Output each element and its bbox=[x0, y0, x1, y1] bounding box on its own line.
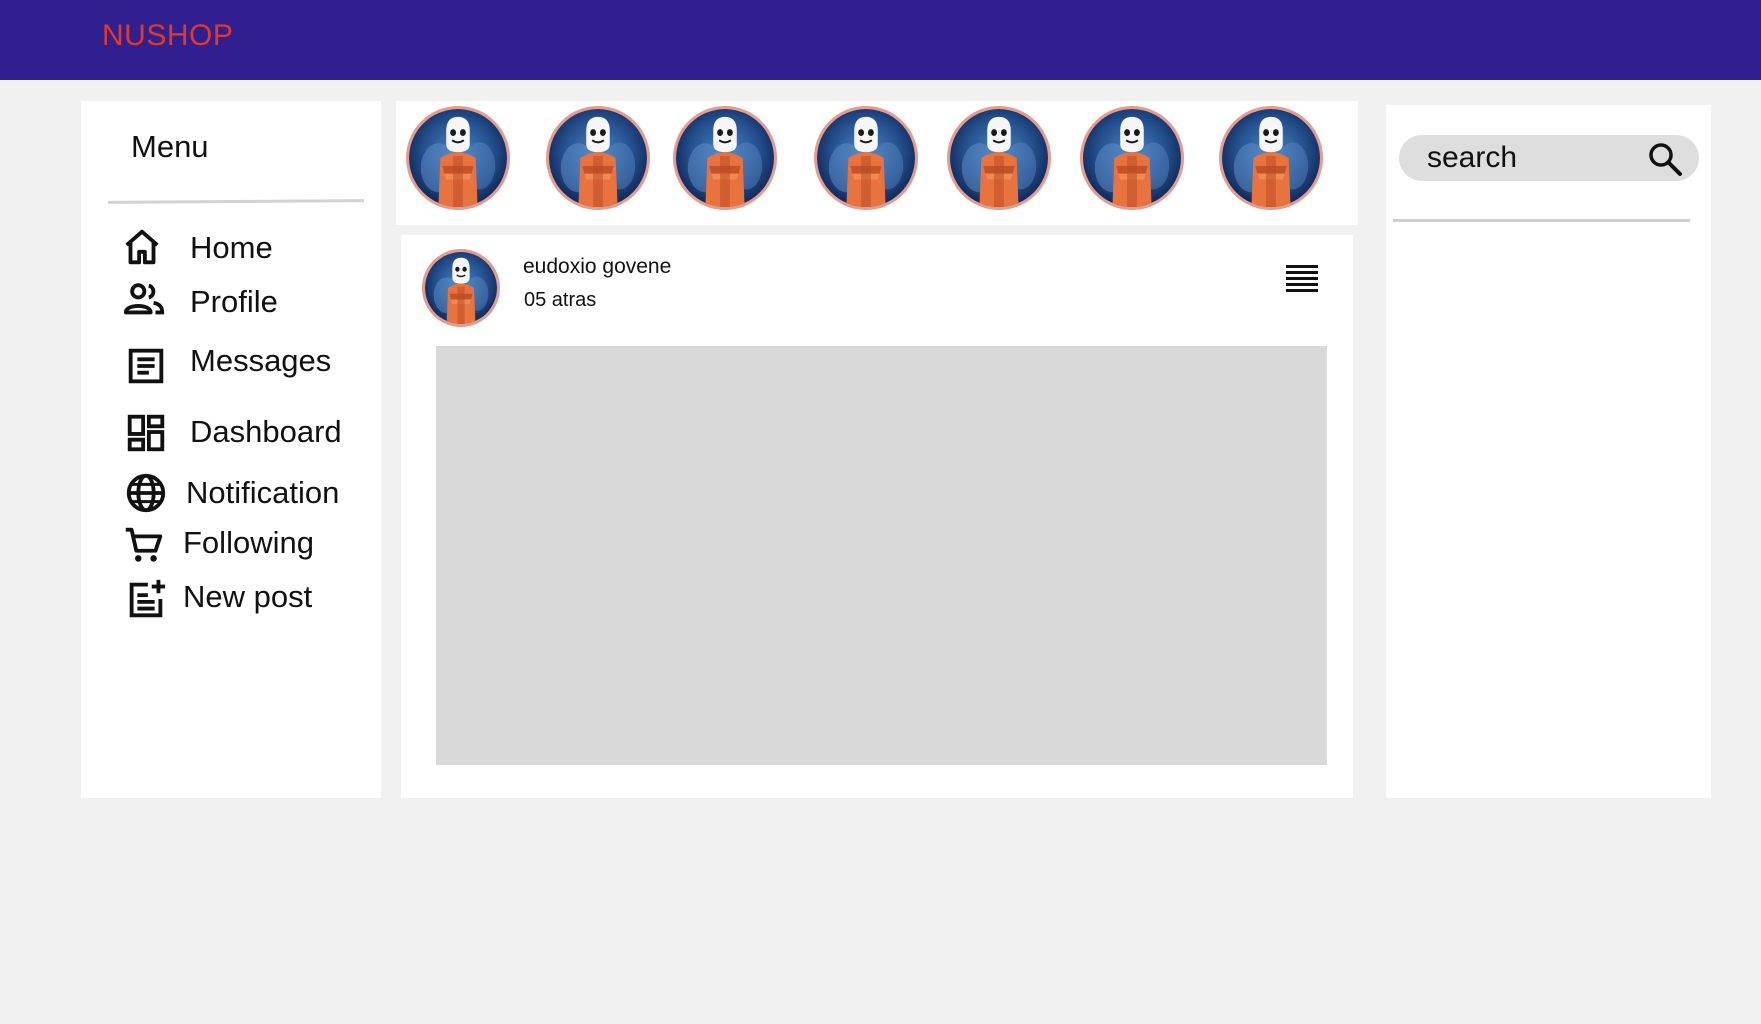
dashboard-icon bbox=[123, 410, 169, 456]
home-icon bbox=[119, 224, 165, 270]
post-timestamp: 05 atras bbox=[524, 289, 597, 311]
search-input[interactable] bbox=[1427, 139, 1627, 177]
post-card: eudoxio govene 05 atras bbox=[401, 235, 1353, 798]
globe-icon bbox=[123, 470, 169, 516]
story-avatar[interactable] bbox=[1219, 106, 1323, 210]
cart-icon bbox=[121, 522, 167, 568]
menu-lines-icon[interactable] bbox=[1282, 257, 1322, 297]
sidebar-item-messages[interactable]: Messages bbox=[81, 338, 381, 388]
article-icon bbox=[123, 343, 169, 389]
post-author[interactable]: eudoxio govene bbox=[523, 255, 671, 279]
story-avatar[interactable] bbox=[947, 106, 1051, 210]
search-divider bbox=[1393, 219, 1690, 222]
sidebar-item-label: Home bbox=[190, 230, 273, 265]
sidebar-item-home[interactable]: Home bbox=[81, 222, 381, 272]
menu-title: Menu bbox=[131, 129, 209, 164]
sidebar: Menu Home Profile Messages Dashboard Not… bbox=[81, 101, 381, 798]
search-icon[interactable] bbox=[1645, 139, 1685, 179]
menu-divider bbox=[107, 199, 365, 204]
post-add-icon bbox=[123, 576, 169, 622]
story-avatar[interactable] bbox=[546, 106, 650, 210]
people-icon bbox=[121, 276, 167, 322]
sidebar-item-label: New post bbox=[183, 579, 313, 614]
brand-logo[interactable]: NUSHOP bbox=[102, 19, 233, 53]
sidebar-item-label: Notification bbox=[186, 475, 340, 510]
sidebar-item-label: Following bbox=[183, 525, 314, 560]
post-image[interactable] bbox=[436, 346, 1327, 765]
sidebar-item-label: Profile bbox=[190, 284, 278, 319]
story-avatar[interactable] bbox=[673, 106, 777, 210]
right-sidebar bbox=[1386, 105, 1711, 798]
sidebar-item-profile[interactable]: Profile bbox=[81, 276, 381, 326]
search-bar bbox=[1399, 135, 1699, 181]
story-avatar[interactable] bbox=[1080, 106, 1184, 210]
sidebar-item-label: Dashboard bbox=[190, 414, 342, 449]
story-avatar[interactable] bbox=[814, 106, 918, 210]
sidebar-item-new-post[interactable]: New post bbox=[81, 574, 381, 624]
top-bar: NUSHOP bbox=[0, 0, 1761, 80]
author-avatar[interactable] bbox=[422, 249, 500, 327]
sidebar-item-following[interactable]: Following bbox=[81, 518, 381, 568]
sidebar-item-dashboard[interactable]: Dashboard bbox=[81, 406, 381, 456]
sidebar-item-notification[interactable]: Notification bbox=[81, 469, 381, 519]
story-avatar[interactable] bbox=[406, 106, 510, 210]
sidebar-item-label: Messages bbox=[190, 343, 332, 378]
stories-bar bbox=[396, 101, 1358, 225]
